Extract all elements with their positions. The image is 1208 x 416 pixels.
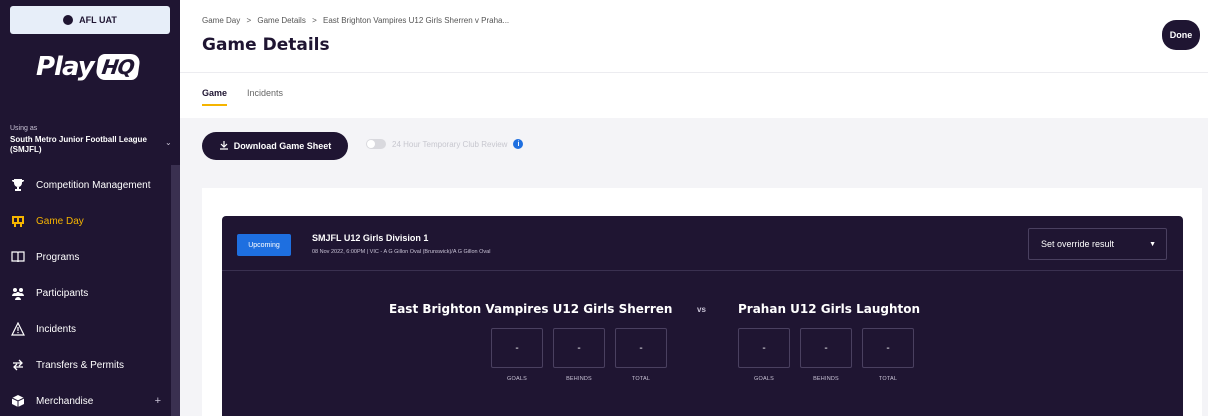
sidebar-item-label: Participants (36, 287, 89, 299)
away-total-value: - (862, 328, 914, 368)
tab-bar: Game Incidents (202, 88, 283, 106)
temporary-review-toggle-group: 24 Hour Temporary Club Review i (366, 139, 524, 149)
score-label: TOTAL (878, 376, 898, 382)
sidebar-nav: Competition Management Game Day Programs… (0, 167, 171, 416)
using-as-label: Using as (10, 125, 38, 132)
chevron-down-icon: ▼ (1149, 240, 1156, 248)
home-team-name: East Brighton Vampires U12 Girls Sherren (389, 302, 673, 316)
away-behinds-input[interactable]: - (800, 328, 852, 368)
transfer-icon (10, 357, 26, 373)
book-icon (10, 249, 26, 265)
breadcrumb-item-game-day[interactable]: Game Day (202, 16, 240, 25)
game-summary-bar: Upcoming SMJFL U12 Girls Division 1 08 N… (222, 216, 1183, 271)
home-goals: - GOALS (491, 328, 543, 382)
playhq-logo[interactable]: Play HQ (36, 52, 141, 82)
away-total: - TOTAL (862, 328, 914, 382)
away-behinds: - BEHINDS (800, 328, 852, 382)
sidebar: AFL UAT Play HQ Using as South Metro Jun… (0, 0, 180, 416)
home-behinds-input[interactable]: - (553, 328, 605, 368)
sidebar-item-incidents[interactable]: Incidents (0, 311, 171, 347)
info-icon[interactable]: i (513, 139, 524, 149)
sidebar-item-programs[interactable]: Programs (0, 239, 171, 275)
score-label: GOALS (754, 376, 774, 382)
home-scores: - GOALS - BEHINDS - TOTAL (491, 328, 667, 382)
home-total: - TOTAL (615, 328, 667, 382)
breadcrumb-separator: > (312, 16, 317, 25)
logo-text: Play (36, 52, 95, 82)
environment-dot-icon (63, 15, 74, 25)
sidebar-item-participants[interactable]: Participants (0, 275, 171, 311)
breadcrumb-item-game-details[interactable]: Game Details (257, 16, 305, 25)
sidebar-item-competition-management[interactable]: Competition Management (0, 167, 171, 203)
trophy-icon (10, 177, 26, 193)
home-behinds: - BEHINDS (553, 328, 605, 382)
score-label: TOTAL (631, 376, 651, 382)
score-label: BEHINDS (566, 376, 592, 382)
done-button[interactable]: Done (1162, 20, 1200, 50)
merchandise-icon (10, 393, 26, 409)
tab-game[interactable]: Game (202, 88, 228, 106)
temporary-review-label: 24 Hour Temporary Club Review (392, 139, 508, 149)
scoreboard-icon (10, 213, 26, 229)
breadcrumb: Game Day > Game Details > East Brighton … (202, 16, 509, 25)
organisation-selector[interactable]: South Metro Junior Football League (SMJF… (10, 135, 160, 155)
game-datetime-venue: 08 Nov 2022, 6:00PM | VIC - A G Gillon O… (312, 249, 491, 255)
header-divider (180, 72, 1208, 73)
breadcrumb-item-current-game: East Brighton Vampires U12 Girls Sherren… (322, 16, 510, 25)
environment-badge: AFL UAT (10, 6, 170, 34)
sidebar-item-label: Competition Management (36, 179, 151, 191)
sidebar-item-merchandise[interactable]: Merchandise + (0, 383, 171, 416)
score-label: BEHINDS (813, 376, 839, 382)
sidebar-scrollbar[interactable] (171, 165, 180, 416)
away-goals-input[interactable]: - (738, 328, 790, 368)
expand-plus-icon[interactable]: + (155, 395, 161, 407)
sidebar-item-label: Merchandise (36, 395, 94, 407)
home-total-value: - (615, 328, 667, 368)
away-goals: - GOALS (738, 328, 790, 382)
temporary-review-toggle[interactable] (366, 139, 386, 149)
override-label: Set override result (1041, 239, 1115, 249)
set-override-result-select[interactable]: Set override result ▼ (1028, 228, 1167, 260)
sidebar-item-label: Transfers & Permits (36, 359, 124, 371)
download-icon (219, 140, 229, 152)
versus-label: vs (697, 305, 706, 314)
warning-icon (10, 321, 26, 337)
division-name: SMJFL U12 Girls Division 1 (312, 233, 429, 243)
home-goals-input[interactable]: - (491, 328, 543, 368)
sidebar-item-game-day[interactable]: Game Day (0, 203, 171, 239)
environment-label: AFL UAT (79, 15, 117, 25)
away-team-name: Prahan U12 Girls Laughton (738, 302, 921, 316)
sidebar-item-label: Game Day (36, 215, 84, 227)
score-label: GOALS (507, 376, 527, 382)
away-scores: - GOALS - BEHINDS - TOTAL (738, 328, 914, 382)
sidebar-item-label: Incidents (36, 323, 77, 335)
download-game-sheet-button[interactable]: Download Game Sheet (202, 132, 348, 160)
breadcrumb-separator: > (246, 16, 252, 25)
status-badge: Upcoming (237, 234, 291, 256)
tab-incidents[interactable]: Incidents (247, 88, 283, 106)
download-label: Download Game Sheet (233, 141, 332, 151)
chevron-down-icon[interactable]: ⌄ (165, 138, 172, 147)
page-header: Game Day > Game Details > East Brighton … (180, 0, 1208, 118)
people-icon (10, 285, 26, 301)
page-title: Game Details (202, 35, 330, 55)
logo-badge: HQ (94, 54, 141, 80)
sidebar-item-label: Programs (36, 251, 80, 263)
sidebar-item-transfers-permits[interactable]: Transfers & Permits (0, 347, 171, 383)
game-panel: Upcoming SMJFL U12 Girls Division 1 08 N… (222, 216, 1183, 416)
